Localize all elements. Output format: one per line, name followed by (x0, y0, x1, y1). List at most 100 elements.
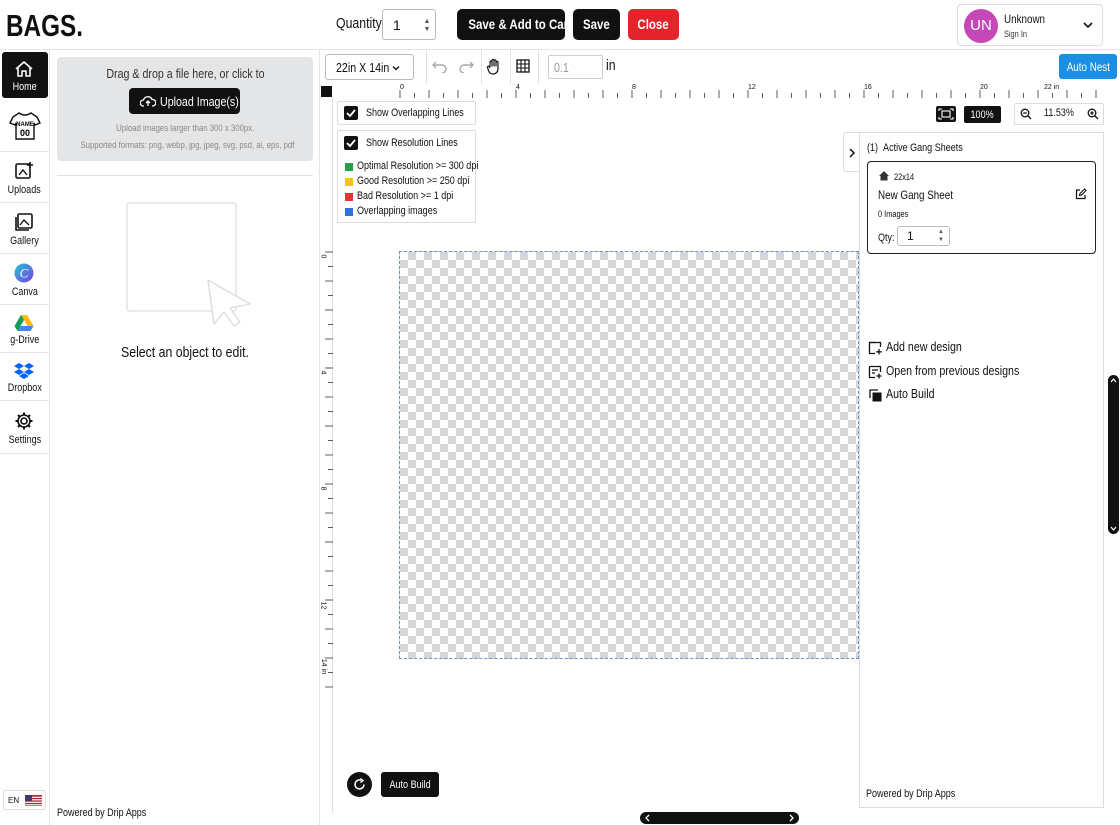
option-label: Show Resolution Lines (366, 137, 458, 149)
brand-logo[interactable]: BAGS. (5, 6, 85, 44)
cloud-upload-icon (140, 96, 156, 107)
ruler-label: 16 (864, 84, 872, 91)
chevron-down-icon (392, 66, 400, 71)
auto-nest-button[interactable]: Auto Nest (1059, 54, 1117, 79)
checkbox-checked-icon[interactable] (344, 106, 358, 120)
toolbar-divider (538, 50, 539, 84)
hand-pan-icon[interactable] (486, 58, 502, 75)
fit-screen-icon (938, 108, 954, 120)
chevron-up-icon[interactable] (1110, 377, 1117, 384)
chevron-down-icon (1083, 22, 1093, 29)
ruler-label: 0 (319, 254, 327, 259)
sheet-qty-label: Qty: (878, 232, 895, 244)
stepper-up-icon[interactable]: ▲ (422, 18, 432, 25)
auto-build-button[interactable]: Auto Build (381, 772, 439, 797)
close-button[interactable]: Close (628, 9, 679, 40)
select-object-illustration-icon (126, 202, 251, 327)
sidebar-item-gallery[interactable]: Gallery (0, 203, 49, 254)
canvas-area: 22in X 14in 0.1 in Auto Nest 0 4 8 12 16… (319, 50, 1120, 825)
edit-icon[interactable] (1075, 188, 1087, 200)
name-number-shirt-icon: NAME 00 (9, 112, 41, 140)
stepper-down-icon[interactable]: ▼ (422, 26, 432, 33)
ruler-label: 0 (400, 84, 404, 91)
increment-input[interactable]: 0.1 (548, 55, 603, 79)
vertical-scrollbar[interactable] (1108, 375, 1119, 534)
legend-label: Good Resolution >= 250 dpi (357, 175, 470, 187)
ruler-label: 12 (319, 601, 327, 610)
google-drive-icon (14, 315, 34, 331)
legend-label: Optimal Resolution >= 300 dpi (357, 160, 479, 172)
sheet-size: 22x14 (894, 172, 915, 182)
language-code: EN (8, 796, 20, 805)
gallery-icon (15, 213, 33, 231)
chevron-left-icon[interactable] (644, 814, 651, 822)
sidebar-item-label: Settings (8, 434, 41, 446)
us-flag-icon (25, 795, 42, 806)
gang-sheet-card[interactable]: 22x14 New Gang Sheet 0 Images Qty: 1 ▲ ▼ (867, 161, 1096, 254)
sheet-qty-stepper[interactable]: 1 ▲ ▼ (897, 226, 950, 246)
sidebar-item-name-number[interactable]: NAME 00 (0, 101, 49, 152)
legend-swatch-bad (345, 193, 353, 201)
grid-icon[interactable] (516, 59, 530, 73)
previous-designs-icon (868, 365, 882, 379)
chevron-down-icon[interactable] (1110, 525, 1117, 532)
save-button[interactable]: Save (573, 9, 620, 40)
sidebar-item-settings[interactable]: Settings (0, 401, 49, 454)
resolution-lines-panel: Show Resolution Lines Optimal Resolution… (337, 130, 478, 223)
upload-images-button[interactable]: Upload Image(s) (129, 88, 240, 114)
sign-in-link[interactable]: Sign In (1004, 29, 1032, 39)
dropbox-icon (14, 363, 34, 379)
zoom-out-icon[interactable] (1020, 108, 1032, 120)
gang-sheet-canvas[interactable] (399, 251, 859, 659)
powered-by-prefix: Powered by (866, 788, 917, 800)
sidebar-item-label: Uploads (7, 184, 42, 196)
overlapping-lines-toggle[interactable]: Show Overlapping Lines (337, 101, 476, 125)
option-label: Show Overlapping Lines (366, 107, 464, 119)
checkbox-checked-icon[interactable] (344, 136, 358, 150)
quantity-stepper[interactable]: 1 ▲ ▼ (382, 9, 436, 40)
ruler-corner (321, 86, 332, 97)
drip-apps-link[interactable]: Drip Apps (107, 807, 146, 819)
quantity-value: 1 (393, 16, 401, 33)
fit-to-screen-button[interactable] (936, 106, 956, 122)
upload-dropzone[interactable]: Drag & drop a file here, or click to Upl… (57, 57, 313, 161)
svg-text:BAGS.: BAGS. (6, 8, 83, 43)
ruler-label: 12 (748, 84, 756, 91)
refresh-button[interactable] (347, 772, 372, 797)
zoom-level: 11.53% (1044, 107, 1074, 119)
user-menu[interactable]: UN Unknown Sign In (957, 4, 1103, 46)
svg-text:00: 00 (20, 128, 30, 138)
refresh-icon (354, 778, 365, 790)
sidebar-item-dropbox[interactable]: Dropbox (0, 353, 49, 401)
gear-icon (15, 412, 33, 430)
upload-formats-hint: Supported formats: png, webp, jpg, jpeg,… (80, 140, 295, 151)
chevron-right-icon[interactable] (788, 814, 795, 822)
stepper-up-icon[interactable]: ▲ (936, 229, 946, 236)
user-name: Unknown (1004, 12, 1046, 26)
ruler-label: 14 in (320, 658, 328, 675)
sidebar-item-gdrive[interactable]: g-Drive (0, 305, 49, 353)
drip-apps-link[interactable]: Drip Apps (916, 788, 955, 800)
chevron-right-icon (849, 148, 856, 158)
legend-label: Bad Resolution >= 1 dpi (357, 190, 454, 202)
undo-icon[interactable] (432, 60, 448, 73)
sidebar-item-home[interactable]: Home (2, 52, 48, 98)
stepper-down-icon[interactable]: ▼ (936, 237, 946, 244)
sidebar-item-canva[interactable]: C Canva (0, 254, 49, 305)
sidebar-item-label: Dropbox (7, 382, 42, 394)
upload-button-label: Upload Image(s) (160, 94, 239, 109)
panel-title: (1) Active Gang Sheets (867, 142, 984, 154)
upload-size-hint: Upload images larger than 300 x 300px. (115, 123, 255, 134)
sidebar-item-label: Canva (11, 286, 38, 298)
sheet-qty-value: 1 (907, 229, 914, 243)
collapse-panel-button[interactable] (843, 132, 860, 172)
zoom-100-button[interactable]: 100% (964, 106, 1001, 123)
redo-icon[interactable] (458, 60, 474, 73)
sidebar-item-uploads[interactable]: Uploads (0, 152, 49, 203)
zoom-in-icon[interactable] (1087, 108, 1099, 120)
sheet-size-select[interactable]: 22in X 14in (325, 54, 414, 80)
horizontal-scrollbar[interactable] (640, 812, 799, 824)
left-panel: Drag & drop a file here, or click to Upl… (50, 50, 320, 825)
language-selector[interactable]: EN (3, 790, 46, 810)
save-add-to-cart-button[interactable]: Save & Add to Cart (457, 9, 572, 40)
